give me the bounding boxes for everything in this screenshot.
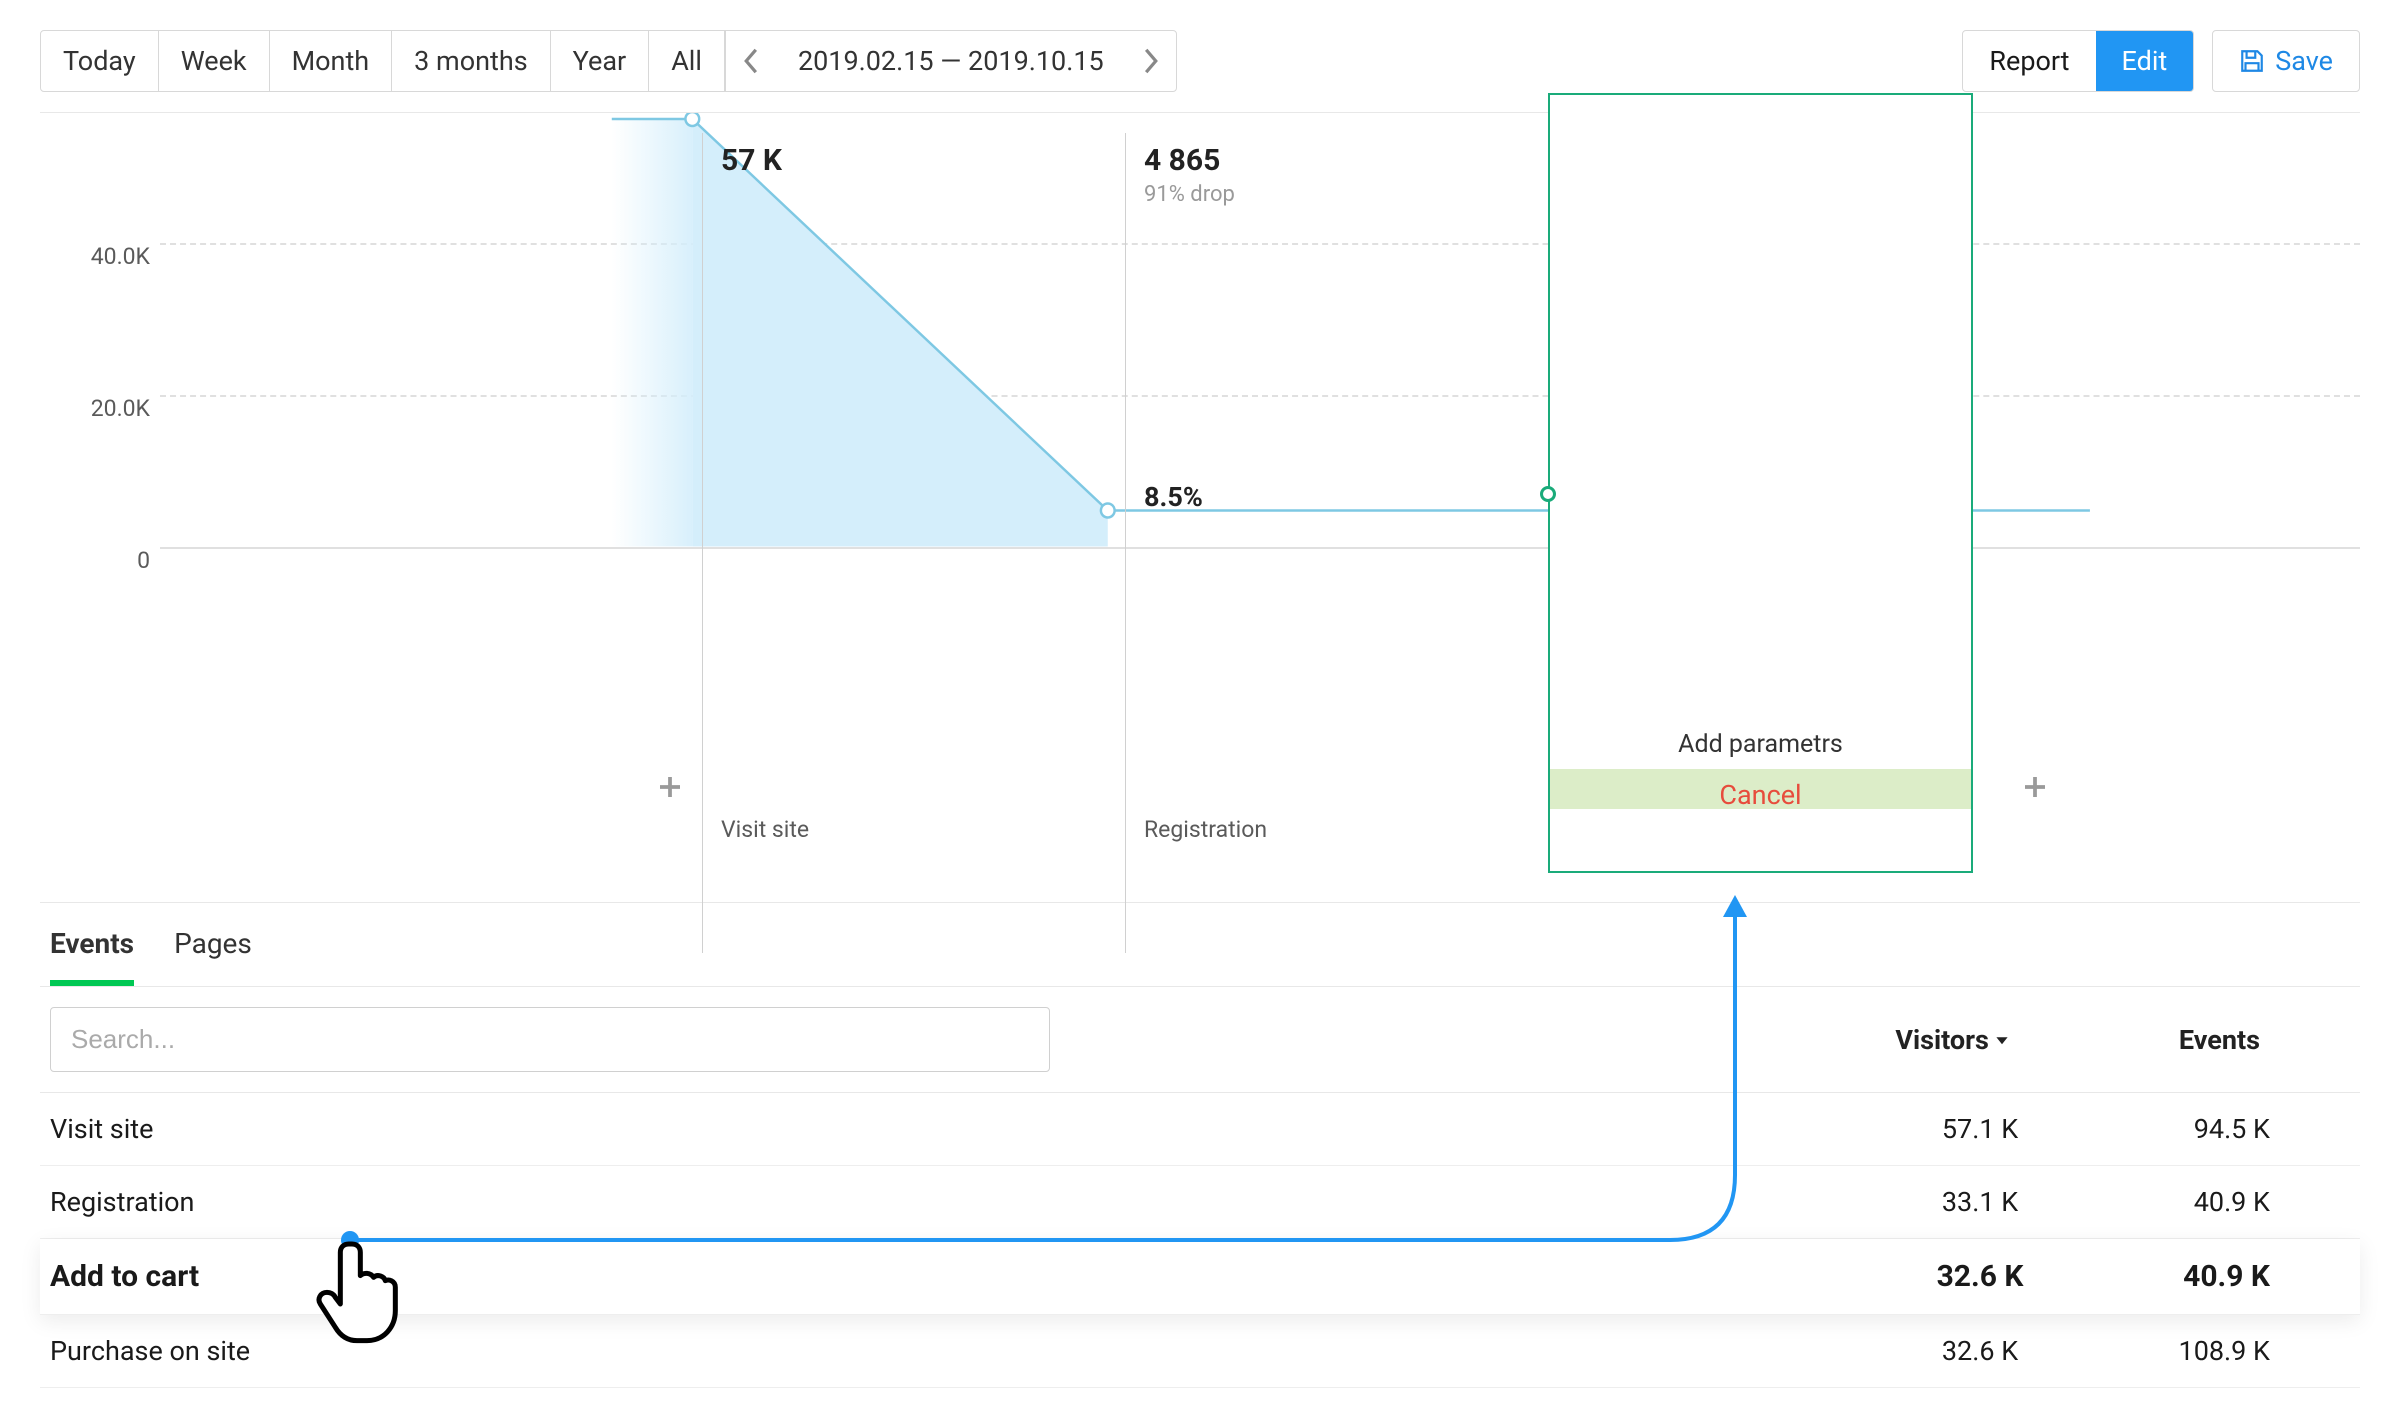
row-name: Add to cart [50,1259,1850,1294]
row-events: 40.9 K [2110,1259,2350,1294]
row-name: Visit site [50,1113,1850,1145]
date-next-button[interactable] [1126,32,1176,90]
row-events: 40.9 K [2110,1186,2350,1218]
time-today[interactable]: Today [41,31,159,91]
save-icon [2239,48,2265,74]
add-stage-after-button[interactable] [2020,772,2050,802]
date-range[interactable]: 2019.02.15 — 2019.10.15 [776,31,1126,91]
table-row[interactable]: Visit site 57.1 K 94.5 K [40,1093,2360,1166]
row-name: Purchase on site [50,1335,1850,1367]
row-name: Registration [50,1186,1850,1218]
tab-pages[interactable]: Pages [174,927,252,986]
table-row[interactable]: Registration 33.1 K 40.9 K [40,1166,2360,1239]
stage-value: 57 K [721,143,1107,178]
row-events: 94.5 K [2110,1113,2350,1145]
row-visitors: 32.6 K [1850,1259,2110,1294]
stage-value: 4 865 [1144,143,1530,178]
row-visitors: 32.6 K [1850,1335,2110,1367]
drag-origin-dot-icon [341,1231,359,1249]
column-events[interactable]: Events [2179,1024,2260,1056]
events-table: Visit site 57.1 K 94.5 K Registration 33… [40,1093,2360,1388]
dropzone-node-icon [1540,486,1556,502]
row-events: 108.9 K [2110,1335,2350,1367]
sort-desc-icon [1995,1033,2009,1047]
chevron-left-icon [743,48,759,74]
funnel-stage-visit-site: 57 K Visit site [702,133,1125,953]
save-label: Save [2275,45,2333,77]
stage-label: Visit site [721,816,809,843]
table-row[interactable]: Add to cart 32.6 K 40.9 K [40,1239,2360,1315]
y-tick-40k: 40.0K [91,243,150,270]
chevron-right-icon [1143,48,1159,74]
report-button[interactable]: Report [1963,31,2095,91]
row-visitors: 57.1 K [1850,1113,2110,1145]
stage-drop: 91% drop [1144,182,1530,207]
column-visitors[interactable]: Visitors [1895,1024,2009,1056]
stage-label: Registration [1144,816,1267,843]
save-button[interactable]: Save [2212,30,2360,92]
add-stage-before-button[interactable] [655,772,685,802]
date-prev-button[interactable] [726,32,776,90]
edit-button[interactable]: Edit [2096,31,2194,91]
time-month[interactable]: Month [270,31,393,91]
dropzone-cancel-button[interactable]: Cancel [1550,779,1971,811]
time-range-group: Today Week Month 3 months Year All 2019.… [40,30,1177,92]
funnel-stage-registration: 4 865 91% drop 8.5% Registration [1125,133,1548,953]
table-row[interactable]: Purchase on site 32.6 K 108.9 K [40,1315,2360,1388]
dropzone-label: Add parametrs [1550,730,1971,759]
time-3months[interactable]: 3 months [392,31,551,91]
search-input[interactable] [50,1007,1050,1072]
time-year[interactable]: Year [551,31,650,91]
funnel-stage-dropzone[interactable]: Add parametrs Cancel [1548,93,1973,873]
row-visitors: 33.1 K [1850,1186,2110,1218]
tab-events[interactable]: Events [50,927,134,986]
time-all[interactable]: All [649,31,725,91]
stage-percent: 8.5% [1144,481,1203,513]
funnel-chart: 40.0K 20.0K 0 [40,113,2360,903]
y-tick-20k: 20.0K [91,395,150,422]
time-week[interactable]: Week [159,31,270,91]
y-tick-0: 0 [137,547,150,574]
